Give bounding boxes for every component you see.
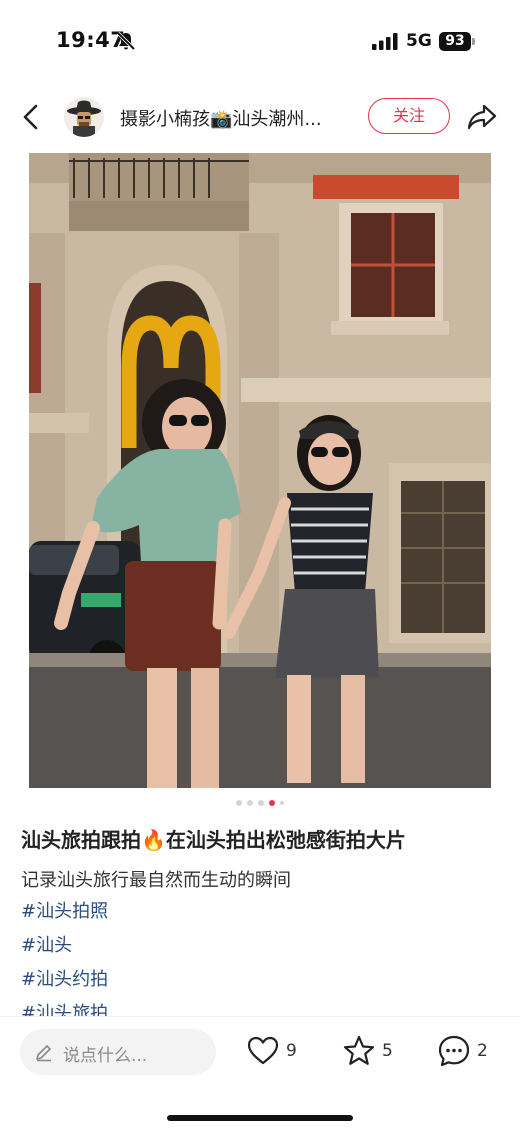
back-arrow-icon[interactable] [18, 102, 46, 132]
like-button[interactable]: 9 [246, 1033, 297, 1069]
status-bar: 19:47 5G 93 [0, 0, 520, 84]
like-count: 9 [286, 1041, 297, 1061]
status-time: 19:47 [56, 28, 126, 52]
bell-mute-icon [116, 31, 136, 51]
post-title-prefix: 汕头旅拍跟拍 [21, 828, 141, 852]
hashtag-list: #汕头拍照 #汕头 #汕头约拍 #汕头旅拍 [21, 898, 501, 1016]
comment-button[interactable]: 2 [437, 1033, 488, 1069]
collect-count: 5 [382, 1041, 393, 1061]
pencil-icon [36, 1045, 51, 1062]
bottom-action-bar: 说点什么... 9 5 2 [0, 1016, 520, 1131]
pager-dot [258, 800, 264, 806]
comment-input[interactable]: 说点什么... [20, 1029, 216, 1075]
hashtag-link[interactable]: #汕头约拍 [21, 966, 501, 1000]
pager-dot [236, 800, 242, 806]
network-type: 5G [406, 31, 432, 51]
post-title: 汕头旅拍跟拍🔥在汕头拍出松弛感街拍大片 [21, 824, 501, 853]
post-description: 记录汕头旅行最自然而生动的瞬间 [21, 870, 291, 891]
post-header: 摄影小楠孩📸汕头潮州... 关注 [0, 92, 520, 142]
hashtag-link[interactable]: #汕头 [21, 932, 501, 966]
cellular-signal-icon [372, 33, 398, 50]
battery-tip [472, 38, 475, 45]
comment-placeholder: 说点什么... [63, 1046, 148, 1066]
post-image[interactable] [29, 153, 491, 788]
image-pager [0, 800, 520, 808]
follow-button[interactable]: 关注 [368, 98, 450, 134]
pager-dot [247, 800, 253, 806]
chat-bubble-icon [438, 1035, 470, 1067]
heart-icon [247, 1036, 279, 1065]
hashtag-link[interactable]: #汕头旅拍 [21, 1000, 501, 1016]
home-indicator[interactable] [167, 1115, 353, 1121]
collect-button[interactable]: 5 [342, 1033, 393, 1069]
hashtag-link[interactable]: #汕头拍照 [21, 898, 501, 932]
pager-dot [280, 801, 284, 805]
avatar-cowboy-icon [64, 97, 104, 137]
street-photo-illustration [29, 153, 491, 788]
fire-emoji: 🔥 [141, 828, 166, 852]
post-title-suffix: 在汕头拍出松弛感街拍大片 [165, 828, 406, 852]
share-icon[interactable] [466, 102, 498, 132]
author-name[interactable]: 摄影小楠孩📸汕头潮州... [120, 105, 352, 131]
battery-level: 93 [439, 32, 471, 51]
author-avatar[interactable] [64, 97, 104, 137]
star-icon [343, 1035, 375, 1065]
pager-dot-active [269, 800, 275, 806]
comment-count: 2 [477, 1041, 488, 1061]
